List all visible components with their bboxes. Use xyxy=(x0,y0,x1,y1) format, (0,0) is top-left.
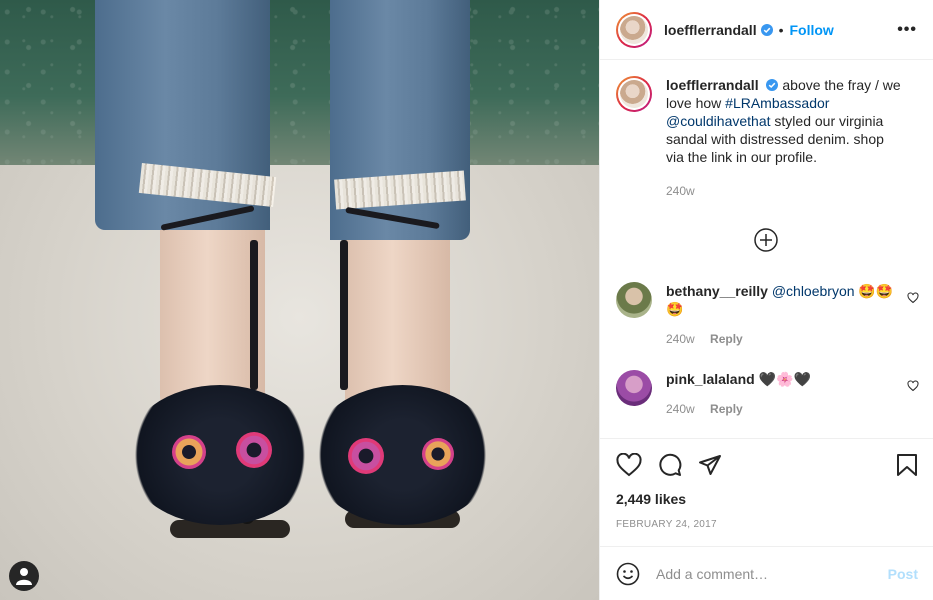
comment-username[interactable]: bethany__reilly xyxy=(666,283,768,299)
verified-badge-icon xyxy=(766,79,779,91)
comment-icon[interactable] xyxy=(658,453,682,477)
right-tassel xyxy=(310,385,495,525)
comment-mention[interactable]: @chloebryon xyxy=(772,283,855,299)
post-actions: 2,449 likes FEBRUARY 24, 2017 xyxy=(600,438,933,546)
post-header: loefflerrandall • Follow ••• xyxy=(600,0,933,60)
post-side-panel: loefflerrandall • Follow ••• loefflerran… xyxy=(599,0,933,600)
bookmark-icon[interactable] xyxy=(896,453,918,477)
reply-button[interactable]: Reply xyxy=(710,402,743,416)
caption-username[interactable]: loefflerrandall xyxy=(666,77,759,93)
follow-button[interactable]: Follow xyxy=(790,22,834,38)
caption-text: loefflerrandall above the fray / we love… xyxy=(666,77,901,165)
comment-avatar[interactable] xyxy=(616,370,652,406)
comment-username[interactable]: pink_lalaland xyxy=(666,371,755,387)
comment-item: pink_lalaland 🖤🌸🖤 240w Reply xyxy=(616,370,919,418)
separator-dot: • xyxy=(778,21,784,38)
post-date: FEBRUARY 24, 2017 xyxy=(616,519,717,530)
comments-section: loefflerrandall above the fray / we love… xyxy=(600,60,933,438)
comment-heart-icon[interactable] xyxy=(907,292,919,304)
comment-avatar[interactable] xyxy=(616,282,652,318)
post-button[interactable]: Post xyxy=(888,566,918,582)
post-photo[interactable] xyxy=(0,0,599,600)
verified-badge-icon xyxy=(760,23,773,36)
comment-item: bethany__reilly @chloebryon 🤩🤩🤩 240w Rep… xyxy=(616,282,919,348)
user-icon xyxy=(16,568,32,585)
mention-link[interactable]: @couldihavethat xyxy=(666,113,771,129)
paper-plane-icon[interactable] xyxy=(698,453,722,477)
comment-time: 240w xyxy=(666,332,695,346)
comment-input[interactable] xyxy=(656,565,888,582)
comment-emoji: 🖤🌸🖤 xyxy=(758,371,811,387)
more-options-button[interactable]: ••• xyxy=(897,21,917,39)
header-username[interactable]: loefflerrandall xyxy=(664,22,757,38)
comment-heart-icon[interactable] xyxy=(907,380,919,392)
caption: loefflerrandall above the fray / we love… xyxy=(616,76,918,200)
comment-time: 240w xyxy=(666,402,695,416)
likes-count[interactable]: 2,449 likes xyxy=(616,491,918,507)
smiley-icon[interactable] xyxy=(616,562,640,586)
caption-time: 240w xyxy=(666,184,695,198)
hashtag-link[interactable]: #LRAmbassador xyxy=(725,95,829,111)
reply-button[interactable]: Reply xyxy=(710,332,743,346)
caption-avatar[interactable] xyxy=(616,76,652,112)
add-comment-bar: Post xyxy=(600,546,933,600)
heart-icon[interactable] xyxy=(616,453,642,477)
tagged-users-button[interactable] xyxy=(9,561,39,591)
avatar[interactable] xyxy=(616,11,652,48)
left-tassel xyxy=(125,385,315,525)
plus-circle-icon[interactable] xyxy=(754,228,778,252)
photo-ground xyxy=(0,165,599,600)
